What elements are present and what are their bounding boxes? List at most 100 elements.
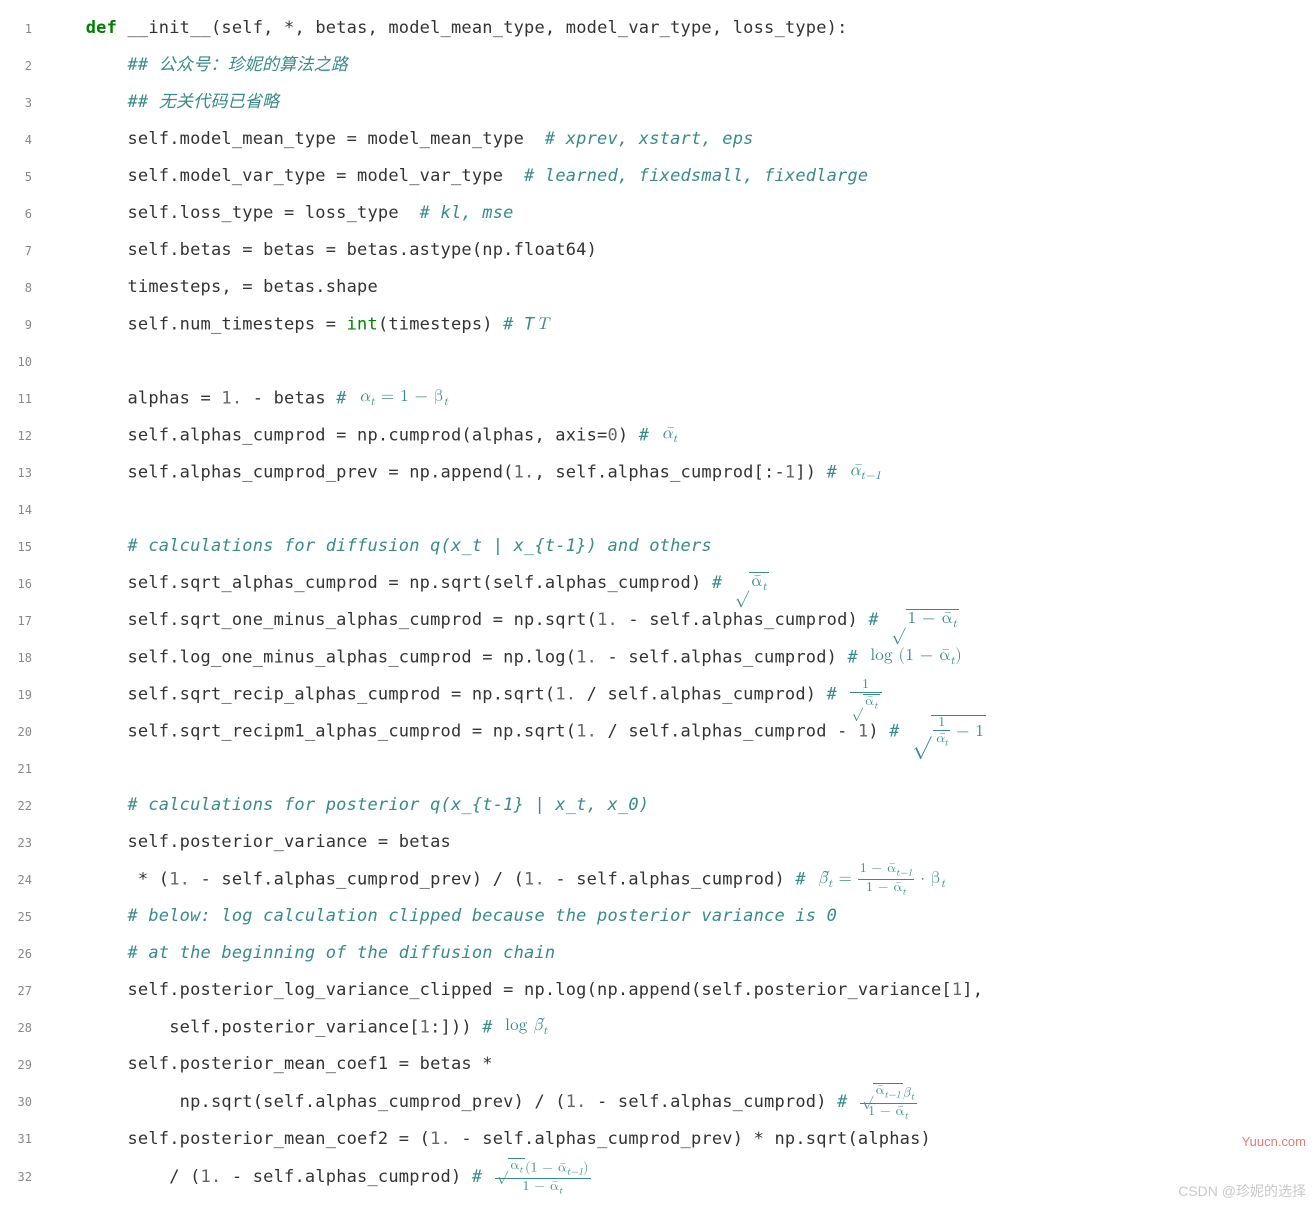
m: t [543,1025,548,1037]
comment: # below: log calculation clipped because… [44,906,837,926]
code-text: self.model_mean_type = model_mean_type [44,129,545,149]
m: β [903,1085,911,1099]
code-text: - self.alphas_cumprod) [545,870,795,890]
code-text: self.posterior_log_variance_clipped = np… [44,980,952,1000]
code-line: 26 # at the beginning of the diffusion c… [4,935,1312,972]
m: log [870,647,898,664]
line-number: 26 [4,948,44,960]
m: t [944,738,948,748]
code-line: 17 self.sqrt_one_minus_alphas_cumprod = … [4,602,1312,639]
code-line: 31 self.posterior_mean_coef2 = (1. - sel… [4,1121,1312,1158]
code-content: self.sqrt_recip_alphas_cumprod = np.sqrt… [44,678,1312,711]
code-content: / (1. - self.alphas_cumprod) # √αt(1 − ᾱ… [44,1158,1312,1196]
comment: # [837,1092,858,1112]
math: √ᾱt [733,572,771,594]
line-number: 5 [4,171,44,183]
comment: # at the beginning of the diffusion chai… [44,943,555,963]
number: 1 [420,1018,430,1038]
number: 1. [514,463,535,483]
code-text: self.log_one_minus_alphas_cumprod = np.l… [44,648,576,668]
line-number: 11 [4,393,44,405]
code-content: def __init__(self, *, betas, model_mean_… [44,20,1312,37]
code-content: self.model_mean_type = model_mean_type #… [44,131,1312,148]
code-content: # calculations for posterior q(x_{t-1} |… [44,797,1312,814]
math: β̃t = 1 − ᾱt−11 − ᾱt · βt [816,862,947,897]
number: 1 [858,722,868,742]
comment: # [336,389,357,409]
line-number: 6 [4,208,44,220]
comment: # [482,1018,503,1038]
code-text: self.model_var_type = model_var_type [44,166,524,186]
m: t−1 [567,1167,583,1177]
line-number: 30 [4,1096,44,1108]
code-text: ) [618,426,639,446]
code-line: 9 self.num_timesteps = int(timesteps) # … [4,306,1312,343]
keyword-def: def [86,18,117,38]
code-content: self.alphas_cumprod_prev = np.append(1.,… [44,462,1312,483]
comment: ## 公众号：珍妮的算法之路 [44,55,348,75]
code-line: 13 self.alphas_cumprod_prev = np.append(… [4,454,1312,491]
code-content: timesteps, = betas.shape [44,279,1312,296]
number: 1. [566,1092,587,1112]
math: ᾱt−1 [848,462,884,483]
comment: # [795,870,816,890]
m: 1 − ᾱ [866,880,902,894]
code-line: 19 self.sqrt_recip_alphas_cumprod = np.s… [4,676,1312,713]
code-content: self.sqrt_one_minus_alphas_cumprod = np.… [44,609,1312,631]
code-line: 6 self.loss_type = loss_type # kl, mse [4,195,1312,232]
code-content: self.num_timesteps = int(timesteps) # TT [44,316,1312,334]
math: ᾱt [660,425,680,446]
math: √1 − ᾱt [889,609,961,631]
number: 1 [952,980,962,1000]
m: · β [914,870,940,887]
code-content: # at the beginning of the diffusion chai… [44,945,1312,962]
line-number: 24 [4,874,44,886]
m: t−1 [861,470,881,482]
math: √αt(1 − ᾱt−1)1 − ᾱt [493,1158,593,1196]
number: 1. [221,389,242,409]
code-line: 3 ## 无关代码已省略 [4,84,1312,121]
m: t−1 [896,867,912,877]
code-line: 25 # below: log calculation clipped beca… [4,898,1312,935]
code-content: self.log_one_minus_alphas_cumprod = np.l… [44,647,1312,668]
math: T [534,316,550,333]
number: 1. [201,1167,222,1187]
code-line: 24 * (1. - self.alphas_cumprod_prev) / (… [4,861,1312,898]
comment: # kl, mse [420,203,514,223]
code-line: 11 alphas = 1. - betas # αt = 1 − βt [4,380,1312,417]
math-T: T [536,316,548,333]
code-line: 18 self.log_one_minus_alphas_cumprod = n… [4,639,1312,676]
code-line: 8 timesteps, = betas.shape [4,269,1312,306]
line-number: 17 [4,615,44,627]
m: t [902,886,906,896]
line-number: 21 [4,763,44,775]
number: 1. [576,722,597,742]
line-number: 8 [4,282,44,294]
comment: # [889,722,910,742]
code-text: - self.alphas_cumprod) [618,611,868,631]
m: 1 − ᾱ [908,610,953,627]
code-text: self.posterior_mean_coef1 = betas * [44,1054,493,1074]
math: 1√ᾱt [848,678,884,711]
code-content: # calculations for diffusion q(x_t | x_{… [44,538,1312,555]
line-number: 1 [4,23,44,35]
code-content: self.posterior_mean_coef1 = betas * [44,1056,1312,1073]
line-number: 3 [4,97,44,109]
line-number: 10 [4,356,44,368]
math: αt = 1 − βt [357,388,450,409]
code-content: ## 公众号：珍妮的算法之路 [44,57,1312,74]
number: 1 [785,463,795,483]
watermark-yuucn: Yuucn.com [1242,1135,1306,1148]
code-text: - betas [242,389,336,409]
m: t [559,1185,563,1195]
line-number: 12 [4,430,44,442]
code-text: - self.alphas_cumprod) [221,1167,471,1187]
code-content: alphas = 1. - betas # αt = 1 − βt [44,388,1312,409]
m: 1 − ᾱ [868,1104,904,1118]
m: t [519,1164,523,1174]
code-line: 30 np.sqrt(self.alphas_cumprod_prev) / (… [4,1083,1312,1121]
line-number: 25 [4,911,44,923]
code-text: self.num_timesteps = [44,314,347,334]
code-content: * (1. - self.alphas_cumprod_prev) / (1. … [44,862,1312,897]
number: 1. [169,870,190,890]
